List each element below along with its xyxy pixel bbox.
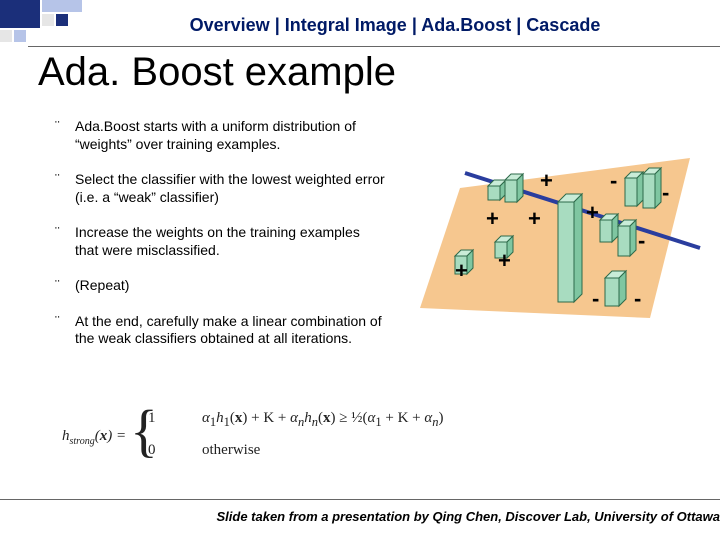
corner-decoration <box>0 0 84 50</box>
svg-text:+: + <box>455 258 468 283</box>
crumb-sep: | <box>275 15 280 35</box>
crumb-cascade: Cascade <box>526 15 600 35</box>
crumb-overview: Overview <box>190 15 270 35</box>
breadcrumb: Overview | Integral Image | Ada.Boost | … <box>90 15 700 36</box>
formula-case1-val: 1 <box>148 410 156 427</box>
svg-text:-: - <box>592 286 599 311</box>
crumb-sep: | <box>412 15 417 35</box>
slide-attribution: Slide taken from a presentation by Qing … <box>216 509 720 524</box>
page-title: Ada. Boost example <box>38 50 396 95</box>
crumb-integral-image: Integral Image <box>285 15 407 35</box>
divider-top <box>28 46 720 47</box>
svg-text:+: + <box>586 200 599 225</box>
divider-bottom <box>0 499 720 500</box>
formula-lhs: hstrong(x) = <box>62 428 126 447</box>
svg-text:+: + <box>486 206 499 231</box>
formula-case1-cond: α1h1(x) + K + αnhn(x) ≥ ½(α1 + K + αn) <box>202 410 444 430</box>
bullet-item: At the end, carefully make a linear comb… <box>55 313 385 348</box>
svg-text:-: - <box>610 168 617 193</box>
svg-text:-: - <box>634 286 641 311</box>
crumb-sep: | <box>516 15 521 35</box>
bullet-item: Increase the weights on the training exa… <box>55 224 385 259</box>
svg-text:+: + <box>528 206 541 231</box>
formula: hstrong(x) = { 1 α1h1(x) + K + αnhn(x) ≥… <box>62 406 442 466</box>
formula-case2-cond: otherwise <box>202 442 260 459</box>
svg-text:-: - <box>638 228 645 253</box>
svg-text:-: - <box>662 180 669 205</box>
formula-case2-val: 0 <box>148 442 156 459</box>
svg-text:+: + <box>540 168 553 193</box>
adaboost-illustration: + + + + + + - - - - - <box>400 148 710 328</box>
bullet-list: Ada.Boost starts with a uniform distribu… <box>55 118 385 366</box>
svg-text:+: + <box>498 248 511 273</box>
bullet-item: (Repeat) <box>55 277 385 295</box>
bullet-item: Select the classifier with the lowest we… <box>55 171 385 206</box>
bullet-item: Ada.Boost starts with a uniform distribu… <box>55 118 385 153</box>
crumb-adaboost: Ada.Boost <box>421 15 511 35</box>
